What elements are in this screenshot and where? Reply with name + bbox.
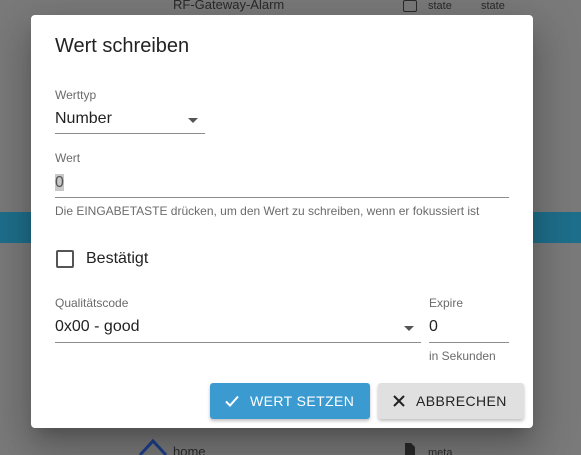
check-icon xyxy=(225,395,239,407)
cancel-button[interactable]: ABBRECHEN xyxy=(378,383,524,419)
acknowledged-checkbox[interactable] xyxy=(56,250,74,268)
dialog-title: Wert schreiben xyxy=(55,35,190,57)
write-value-dialog: Wert schreiben Werttyp Number Wert 0 Die… xyxy=(31,15,533,428)
chevron-down-icon xyxy=(404,326,414,331)
value-type-select[interactable]: Number xyxy=(55,105,205,135)
set-value-button[interactable]: WERT SETZEN xyxy=(210,383,370,419)
bg-col2: state xyxy=(481,0,505,12)
quality-code-value: 0x00 - good xyxy=(55,318,140,335)
bg-state-icon xyxy=(403,0,417,12)
value-type-underline xyxy=(55,133,205,134)
bg-home-name: home xyxy=(173,444,206,455)
value-type-value: Number xyxy=(55,110,112,127)
bg-item-name: RF-Gateway-Alarm xyxy=(173,0,285,12)
expire-underline xyxy=(429,342,509,343)
value-label: Wert xyxy=(55,151,81,165)
quality-code-select[interactable]: 0x00 - good xyxy=(55,313,421,343)
acknowledged-label: Bestätigt xyxy=(86,250,149,267)
chevron-down-icon xyxy=(188,118,198,123)
bg-meta: meta xyxy=(428,447,453,455)
value-type-label: Werttyp xyxy=(55,88,97,102)
quality-code-label: Qualitätscode xyxy=(55,296,129,310)
cancel-button-label: ABBRECHEN xyxy=(416,393,507,409)
value-helper-text: Die EINGABETASTE drücken, um den Wert zu… xyxy=(55,204,480,218)
bg-col1: state xyxy=(428,0,452,12)
value-input[interactable]: 0 xyxy=(55,169,509,199)
home-icon xyxy=(138,438,168,455)
expire-input[interactable]: 0 xyxy=(429,313,509,343)
expire-label: Expire xyxy=(429,296,464,310)
value-text: 0 xyxy=(55,174,64,191)
value-underline xyxy=(55,197,509,198)
file-icon xyxy=(405,443,415,455)
expire-value: 0 xyxy=(429,318,438,335)
expire-helper-text: in Sekunden xyxy=(429,349,496,363)
quality-code-underline xyxy=(55,342,421,343)
close-icon xyxy=(393,395,405,407)
set-value-button-label: WERT SETZEN xyxy=(250,393,355,409)
